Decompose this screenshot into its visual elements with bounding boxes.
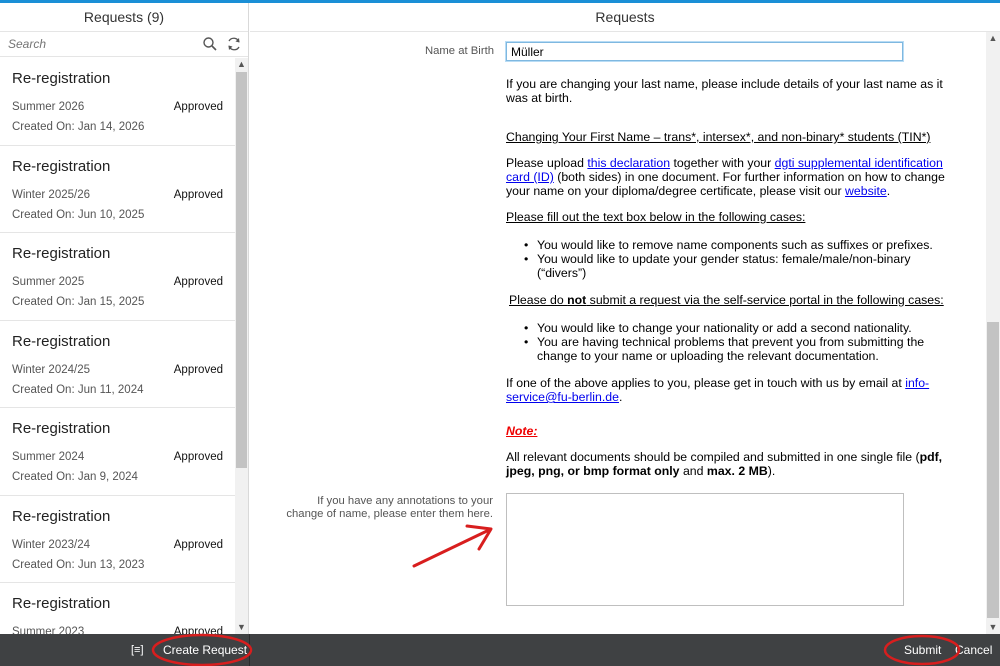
request-title: Re-registration	[12, 332, 111, 350]
status-badge: Approved	[173, 363, 223, 376]
list-item[interactable]: Re-registration Winter 2023/24 Approved …	[0, 496, 235, 583]
list-item[interactable]: Re-registration Winter 2024/25 Approved …	[0, 321, 235, 408]
footer-divider	[249, 634, 250, 666]
list-item: You would like to change your nationalit…	[506, 321, 958, 335]
scroll-up-icon[interactable]: ▲	[235, 58, 248, 71]
detail-title: Requests	[250, 3, 1000, 32]
master-title: Requests (9)	[0, 3, 248, 32]
do-not-submit-list: You would like to change your nationalit…	[506, 321, 958, 363]
status-badge: Approved	[173, 101, 223, 113]
scroll-up-icon[interactable]: ▲	[986, 32, 1000, 45]
search-input[interactable]	[8, 37, 194, 51]
request-semester: Summer 2025	[12, 276, 85, 288]
first-name-heading: Changing Your First Name – trans*, inter…	[506, 130, 931, 144]
website-link[interactable]: website	[845, 184, 887, 198]
request-created-date: Created On: Jan 9, 2024	[12, 471, 138, 483]
refresh-icon[interactable]	[226, 36, 242, 52]
list-item[interactable]: Re-registration Winter 2025/26 Approved …	[0, 146, 235, 233]
request-list: Re-registration Summer 2026 Approved Cre…	[0, 58, 235, 634]
detail-content: Name at Birth If you are changing your l…	[250, 32, 986, 634]
request-created-date: Created On: Jun 11, 2024	[12, 383, 144, 396]
list-item: You would like to update your gender sta…	[506, 252, 958, 280]
request-created-date: Created On: Jun 10, 2025	[12, 208, 145, 221]
scrollbar-thumb[interactable]	[987, 322, 999, 618]
fill-out-list: You would like to remove name components…	[506, 238, 958, 280]
create-request-button[interactable]: Create Request	[163, 634, 247, 666]
upload-instructions: Please upload this declaration together …	[506, 156, 945, 198]
list-item[interactable]: Re-registration Summer 2023 Approved	[0, 583, 235, 634]
list-item: You are having technical problems that p…	[506, 335, 958, 363]
birth-hint: If you are changing your last name, plea…	[506, 77, 943, 105]
annotation-label: If you have any annotations to your chan…	[286, 495, 493, 520]
search-icon[interactable]	[202, 36, 218, 52]
cancel-button[interactable]: Cancel	[955, 634, 992, 666]
scroll-down-icon[interactable]: ▼	[235, 621, 248, 634]
fill-out-heading: Please fill out the text box below in th…	[506, 210, 806, 224]
request-title: Re-registration	[12, 157, 111, 175]
request-title: Re-registration	[12, 245, 111, 262]
request-semester: Summer 2026	[12, 101, 85, 113]
request-semester: Summer 2024	[12, 451, 85, 463]
request-title: Re-registration	[12, 420, 111, 437]
request-created-date: Created On: Jun 13, 2023	[12, 558, 145, 571]
request-created-date: Created On: Jan 14, 2026	[12, 121, 145, 133]
detail-scrollbar[interactable]: ▲ ▼	[986, 32, 1000, 634]
contact-text: If one of the above applies to you, plea…	[506, 376, 930, 404]
status-badge: Approved	[173, 538, 223, 551]
submit-button[interactable]: Submit	[904, 634, 941, 666]
annotation-textarea[interactable]	[506, 493, 904, 606]
list-item[interactable]: Re-registration Summer 2024 Approved Cre…	[0, 408, 235, 496]
declaration-link[interactable]: this declaration	[587, 156, 670, 170]
request-title: Re-registration	[12, 595, 111, 612]
request-semester: Winter 2025/26	[12, 188, 90, 201]
documents-text: All relevant documents should be compile…	[506, 450, 943, 478]
request-created-date: Created On: Jan 15, 2025	[12, 296, 145, 308]
name-at-birth-label: Name at Birth	[424, 45, 494, 57]
footer-toolbar: [≡] Create Request Submit Cancel	[0, 634, 1000, 666]
name-at-birth-input[interactable]	[506, 42, 903, 61]
list-item[interactable]: Re-registration Summer 2025 Approved Cre…	[0, 233, 235, 321]
list-view-icon[interactable]: [≡]	[131, 643, 145, 657]
status-badge: Approved	[173, 451, 223, 463]
status-badge: Approved	[173, 626, 223, 634]
request-semester: Summer 2023	[12, 626, 85, 634]
list-scrollbar[interactable]: ▲ ▼	[235, 58, 248, 634]
request-semester: Winter 2024/25	[12, 363, 90, 376]
request-semester: Winter 2023/24	[12, 538, 90, 551]
note-label: Note:	[506, 424, 538, 438]
scroll-down-icon[interactable]: ▼	[986, 621, 1000, 634]
request-master-pane: Requests (9) Re-registration Summer 2026…	[0, 3, 249, 634]
search-bar	[0, 32, 248, 57]
status-badge: Approved	[173, 276, 223, 288]
list-item[interactable]: Re-registration Summer 2026 Approved Cre…	[0, 58, 235, 146]
request-title: Re-registration	[12, 70, 111, 87]
status-badge: Approved	[173, 188, 223, 201]
scrollbar-thumb[interactable]	[236, 72, 247, 468]
do-not-submit-heading: Please do not submit a request via the s…	[509, 293, 944, 307]
list-item: You would like to remove name components…	[506, 238, 958, 252]
request-title: Re-registration	[12, 507, 111, 525]
